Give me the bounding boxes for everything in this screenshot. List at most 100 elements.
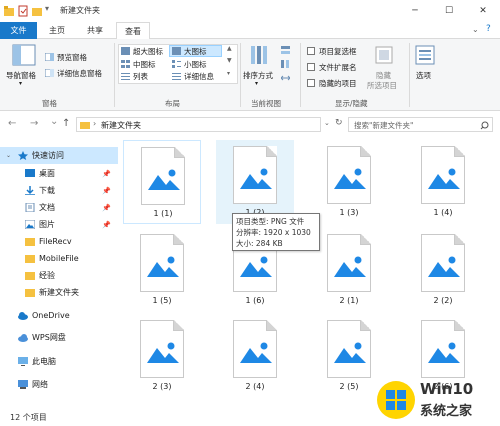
customize-quick-access-icon[interactable]: ▾ — [45, 4, 49, 16]
image-file-icon — [421, 320, 465, 378]
nav-mobilefile[interactable]: MobileFile — [0, 250, 118, 267]
file-tile[interactable]: 1 (4) — [404, 140, 482, 224]
breadcrumb-current[interactable]: 新建文件夹 — [101, 120, 141, 131]
new-folder-icon[interactable] — [32, 5, 42, 17]
nav-downloads[interactable]: 下载 📌 — [0, 182, 118, 199]
minimize-button[interactable]: ─ — [398, 0, 432, 22]
back-button[interactable]: ← — [8, 118, 16, 129]
file-tile[interactable]: 2 (2) — [404, 228, 482, 312]
tab-file[interactable]: 文件 — [0, 22, 37, 39]
item-checkboxes-checkbox[interactable] — [307, 47, 315, 55]
tooltip-type: 项目类型: PNG 文件 — [236, 217, 305, 226]
forward-button[interactable]: → — [30, 118, 38, 129]
gallery-expand-icon[interactable]: ▾ — [227, 70, 230, 77]
file-tile[interactable]: 1 (1) — [123, 140, 201, 224]
image-file-icon — [140, 320, 184, 378]
nav-network[interactable]: 网络 — [0, 376, 118, 393]
tab-view[interactable]: 查看 — [116, 22, 150, 40]
nav-filerecv[interactable]: FileRecv — [0, 233, 118, 250]
collapse-icon: ⌄ — [6, 152, 12, 159]
hide-selected-icon[interactable] — [374, 45, 394, 65]
gallery-scroll-up-icon[interactable]: ▲ — [227, 45, 232, 52]
file-tile[interactable]: 2 (4) — [216, 314, 294, 398]
file-extensions-checkbox[interactable] — [307, 63, 315, 71]
file-tile[interactable]: 2 (1) — [310, 228, 388, 312]
layout-medium-icons[interactable]: 中图标 — [133, 59, 156, 70]
watermark-title: Win10 — [420, 380, 474, 398]
nav-new-folder[interactable]: 新建文件夹 — [0, 284, 118, 301]
nav-documents[interactable]: 文档 📌 — [0, 199, 118, 216]
cloud-icon — [18, 312, 28, 320]
chevron-down-icon[interactable]: ▾ — [19, 80, 22, 87]
file-tile[interactable]: 1 (5) — [123, 228, 201, 312]
pin-icon: 📌 — [102, 169, 111, 178]
options-button[interactable]: 选项 — [416, 70, 431, 81]
document-icon — [25, 203, 35, 212]
properties-icon[interactable] — [18, 5, 28, 17]
close-button[interactable]: ✕ — [466, 0, 500, 22]
pictures-icon — [25, 220, 35, 229]
file-tile[interactable]: 1 (3) — [310, 140, 388, 224]
nav-label: MobileFile — [39, 254, 79, 263]
nav-jingyan[interactable]: 经验 — [0, 267, 118, 284]
divider — [240, 43, 241, 107]
nav-label: WPS网盘 — [32, 333, 66, 342]
layout-large-icons[interactable]: 大图标 — [184, 46, 207, 57]
preview-pane-button[interactable]: 预览窗格 — [57, 52, 87, 63]
tab-share[interactable]: 共享 — [78, 22, 112, 39]
nav-onedrive[interactable]: OneDrive — [0, 307, 118, 324]
nav-wps[interactable]: WPS网盘 — [0, 329, 118, 346]
details-pane-button[interactable]: 详细信息窗格 — [57, 68, 102, 79]
hide-selected-label-line2[interactable]: 所选项目 — [367, 80, 397, 91]
maximize-button[interactable]: ☐ — [432, 0, 466, 22]
address-dropdown-icon[interactable]: ⌄ — [324, 119, 330, 127]
star-icon — [18, 151, 28, 160]
layout-small-icons[interactable]: 小图标 — [184, 59, 207, 70]
nav-pictures[interactable]: 图片 📌 — [0, 216, 118, 233]
navigation-pane-icon[interactable] — [12, 44, 36, 66]
add-columns-icon[interactable] — [281, 60, 290, 68]
sort-by-icon[interactable] — [250, 44, 270, 66]
file-tile[interactable]: 2 (3) — [123, 314, 201, 398]
nav-desktop[interactable]: 桌面 📌 — [0, 165, 118, 182]
search-icon — [480, 121, 489, 130]
recent-locations-button[interactable]: ⌄ — [50, 116, 58, 127]
breadcrumb-separator-icon[interactable]: › — [93, 119, 96, 128]
file-view: 1 (1) 1 (2) 1 (3) 1 (4) 1 (5) 1 (6) 2 (1… — [118, 136, 500, 408]
layout-extra-large-icons[interactable]: 超大图标 — [133, 46, 163, 57]
medium-icons-icon — [121, 60, 130, 68]
navigation-pane: ⌄ 快速访问 桌面 📌 下载 📌 文档 📌 图片 📌 FileRecv Mobi… — [0, 143, 118, 408]
layout-list[interactable]: 列表 — [133, 71, 148, 82]
options-icon[interactable] — [414, 44, 436, 66]
file-name: 2 (2) — [433, 296, 453, 305]
file-tile[interactable]: 1 (2) — [216, 140, 294, 224]
nav-quick-access[interactable]: ⌄ 快速访问 — [0, 147, 118, 164]
search-input[interactable]: 搜索"新建文件夹" — [348, 117, 493, 132]
hidden-items-checkbox[interactable] — [307, 79, 315, 87]
tab-home[interactable]: 主页 — [40, 22, 74, 39]
size-columns-icon[interactable] — [281, 74, 290, 82]
watermark-logo: Win10 系统之家 — [376, 378, 500, 424]
ribbon-tabs: 文件 主页 共享 查看 ⌄ ? — [0, 22, 500, 40]
file-name: 1 (3) — [339, 208, 359, 217]
expand-ribbon-icon[interactable]: ⌄ — [472, 25, 479, 34]
windows-logo-icon — [377, 381, 415, 419]
nav-label: 文档 — [39, 203, 55, 212]
nav-this-pc[interactable]: 此电脑 — [0, 353, 118, 370]
up-button[interactable]: ↑ — [62, 118, 70, 129]
group-label-show-hide: 显示/隐藏 — [335, 99, 368, 108]
folder-icon — [25, 272, 35, 280]
refresh-icon[interactable]: ↻ — [335, 118, 343, 128]
image-file-icon — [233, 146, 277, 204]
help-icon[interactable]: ? — [486, 24, 491, 34]
item-checkboxes-label: 项目复选框 — [319, 47, 357, 56]
image-file-icon — [421, 234, 465, 292]
address-bar-row: ← → ⌄ ↑ › 新建文件夹 ⌄ ↻ 搜索"新建文件夹" — [0, 112, 500, 136]
chevron-down-icon[interactable]: ▾ — [255, 80, 258, 87]
file-extensions-label: 文件扩展名 — [319, 63, 357, 72]
watermark-subtitle: 系统之家 — [420, 404, 473, 419]
gallery-scroll-down-icon[interactable]: ▼ — [227, 57, 232, 64]
address-box[interactable]: › 新建文件夹 — [76, 117, 321, 132]
group-by-icon[interactable] — [281, 46, 290, 54]
layout-details[interactable]: 详细信息 — [184, 71, 214, 82]
